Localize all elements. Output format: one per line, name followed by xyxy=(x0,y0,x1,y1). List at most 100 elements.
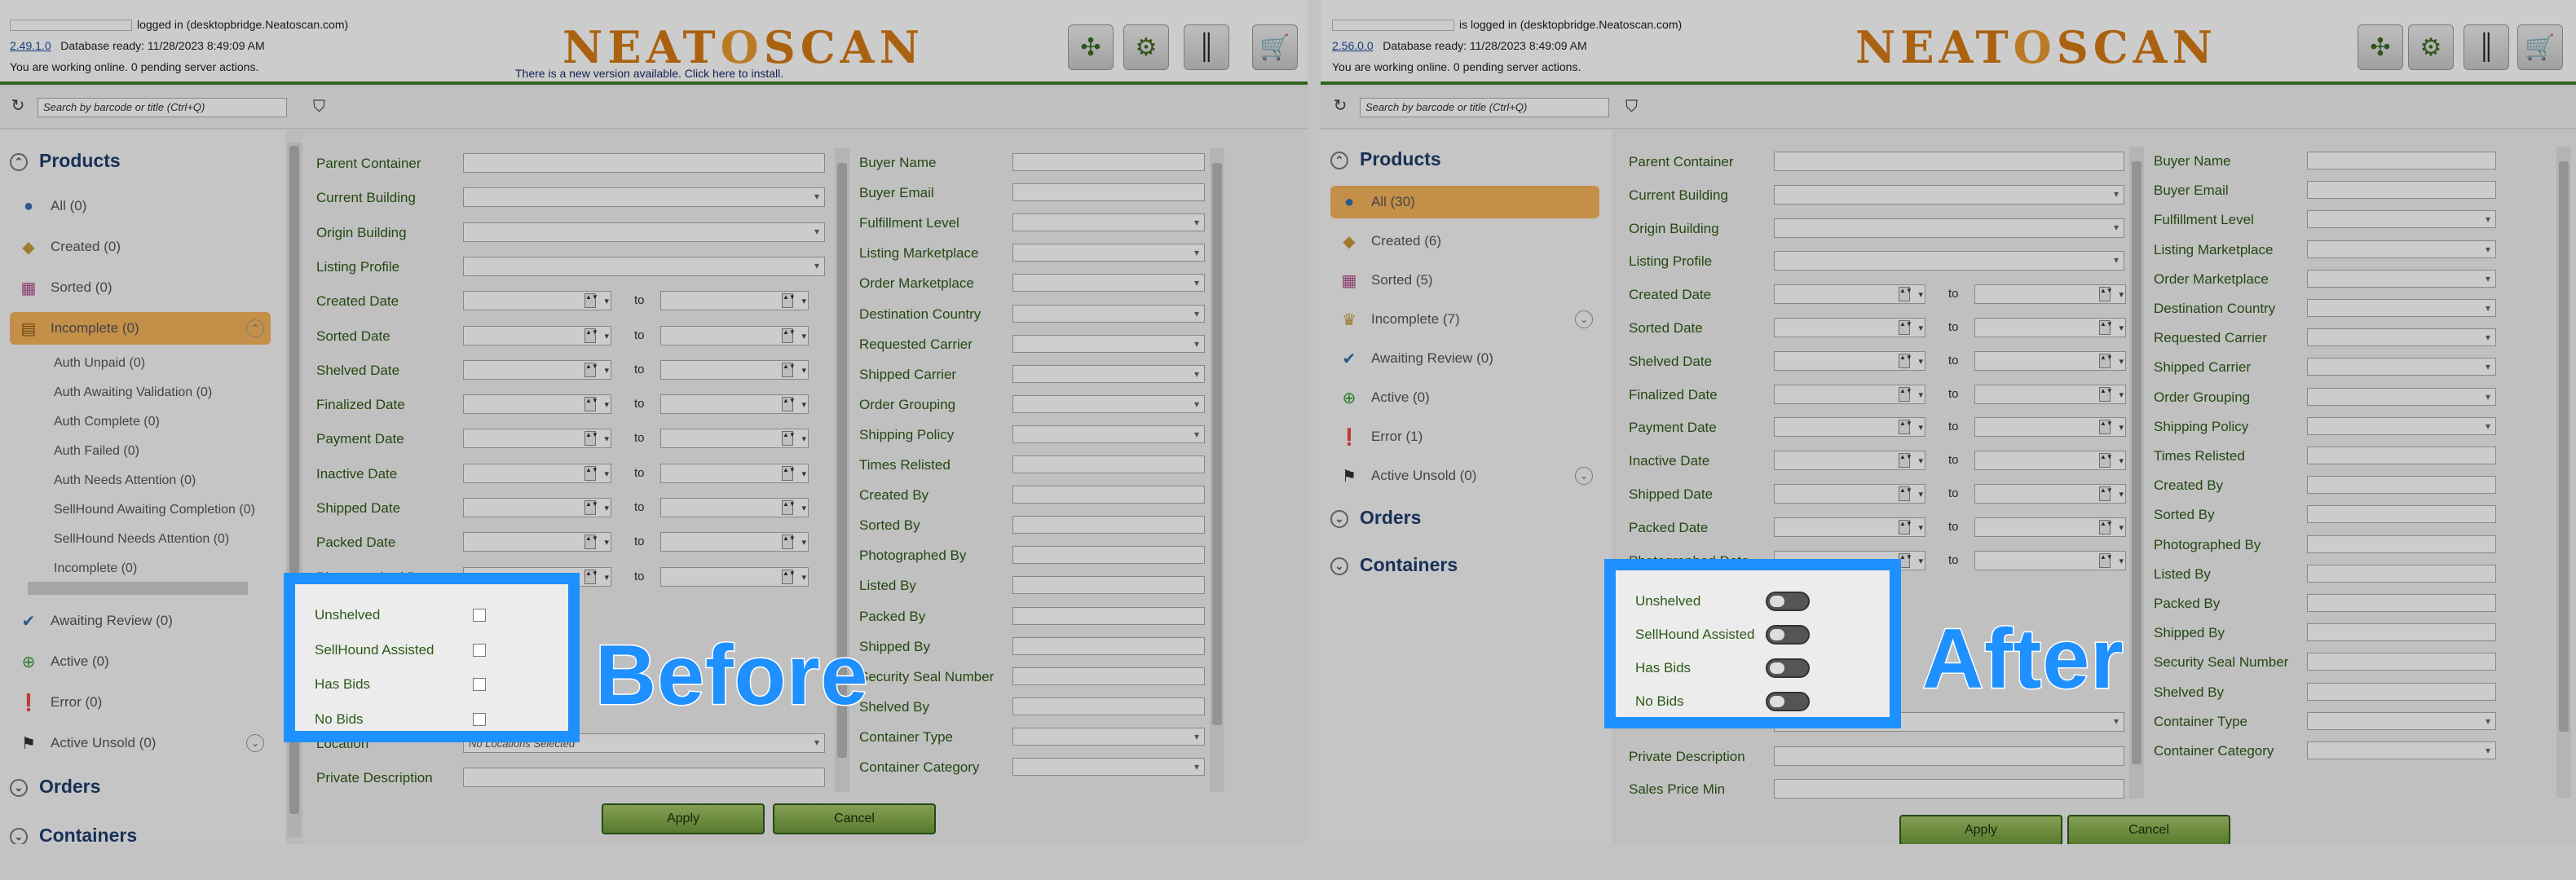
order-grouping-dropdown[interactable] xyxy=(1012,394,1205,413)
listed-by-input[interactable] xyxy=(2307,564,2496,583)
new-version-link[interactable]: There is a new version available. Click … xyxy=(515,67,783,80)
nav-error[interactable]: ❗ Error (0) xyxy=(10,686,271,719)
calendar-dropdown-icon[interactable]: ▾ xyxy=(1918,455,1923,466)
spinner-icon[interactable]: ▲▼ xyxy=(584,500,598,515)
shipping-policy-dropdown[interactable] xyxy=(2307,416,2496,435)
sub-sellhound-awaiting[interactable]: SellHound Awaiting Completion (0) xyxy=(54,503,255,517)
finalized-date-from[interactable]: ▲▼ ▾ xyxy=(463,394,611,415)
spinner-icon[interactable]: ▲▼ xyxy=(2099,519,2113,535)
created-date-from[interactable]: ▲▼ ▾ xyxy=(463,291,611,311)
nav-active[interactable]: ⊕ Active (0) xyxy=(1330,381,1599,414)
calendar-dropdown-icon[interactable]: ▾ xyxy=(2119,323,2124,333)
order-grouping-dropdown[interactable] xyxy=(2307,387,2496,406)
calendar-dropdown-icon[interactable]: ▾ xyxy=(2119,556,2124,566)
spinner-icon[interactable]: ▲▼ xyxy=(584,535,598,550)
payment-date-to[interactable]: ▲▼ ▾ xyxy=(1974,417,2126,438)
spinner-icon[interactable]: ▲▼ xyxy=(1899,420,1912,435)
nav-sorted[interactable]: ▦ Sorted (0) xyxy=(10,271,271,304)
security-seal-number-input[interactable] xyxy=(2307,653,2496,671)
packed-date-from[interactable]: ▲▼ ▾ xyxy=(1774,517,1925,537)
inactive-date-to[interactable]: ▲▼ ▾ xyxy=(1974,451,2126,471)
shelved-date-to[interactable]: ▲▼ ▾ xyxy=(660,359,809,380)
finalized-date-to[interactable]: ▲▼ ▾ xyxy=(660,394,809,415)
right-scrollbar[interactable] xyxy=(2556,147,2571,799)
calendar-dropdown-icon[interactable]: ▾ xyxy=(604,572,609,583)
destination-country-dropdown[interactable] xyxy=(1012,304,1205,323)
expand-icon[interactable]: ⌄ xyxy=(10,779,28,797)
listing-marketplace-dropdown[interactable] xyxy=(2307,240,2496,258)
requested-carrier-dropdown[interactable] xyxy=(1012,334,1205,353)
photographed-by-input[interactable] xyxy=(1012,546,1205,565)
nav-created[interactable]: ◆ Created (6) xyxy=(1330,225,1599,257)
packed-date-to[interactable]: ▲▼ ▾ xyxy=(1974,517,2126,537)
shipped-by-input[interactable] xyxy=(1012,636,1205,655)
shipped-carrier-dropdown[interactable] xyxy=(1012,364,1205,383)
spinner-icon[interactable]: ▲▼ xyxy=(782,500,796,515)
spinner-icon[interactable]: ▲▼ xyxy=(782,465,796,481)
spinner-icon[interactable]: ▲▼ xyxy=(782,397,796,412)
nav-incomplete[interactable]: ♛ Incomplete (7) ⌄ xyxy=(1330,303,1599,336)
private-description-input[interactable] xyxy=(1774,746,2124,766)
calendar-dropdown-icon[interactable]: ▾ xyxy=(604,433,609,444)
barcode-icon[interactable]: ║ xyxy=(1184,24,1229,70)
orders-section[interactable]: ⌄ Orders xyxy=(10,776,100,798)
calendar-dropdown-icon[interactable]: ▾ xyxy=(604,296,609,306)
filter-icon[interactable]: ⛉ xyxy=(313,98,325,117)
packed-date-from[interactable]: ▲▼ ▾ xyxy=(463,532,611,552)
packed-by-input[interactable] xyxy=(1012,606,1205,625)
products-section[interactable]: ⌃ Products xyxy=(1330,148,1441,170)
inactive-date-from[interactable]: ▲▼ ▾ xyxy=(1774,451,1925,471)
nav-error[interactable]: ❗ Error (1) xyxy=(1330,420,1599,453)
calendar-dropdown-icon[interactable]: ▾ xyxy=(2119,389,2124,400)
nav-active[interactable]: ⊕ Active (0) xyxy=(10,645,271,678)
sales-price-min-input[interactable] xyxy=(1774,779,2124,799)
sorted-date-from[interactable]: ▲▼ ▾ xyxy=(463,325,611,345)
container-category-dropdown[interactable] xyxy=(2307,741,2496,759)
nav-awaiting-review[interactable]: ✔ Awaiting Review (0) xyxy=(10,605,271,637)
payment-date-from[interactable]: ▲▼ ▾ xyxy=(463,429,611,449)
order-marketplace-dropdown[interactable] xyxy=(1012,274,1205,293)
map-icon[interactable]: ✣ xyxy=(2358,24,2403,70)
finalized-date-to[interactable]: ▲▼ ▾ xyxy=(1974,384,2126,404)
payment-date-from[interactable]: ▲▼ ▾ xyxy=(1774,417,1925,438)
spinner-icon[interactable]: ▲▼ xyxy=(584,465,598,481)
spinner-icon[interactable]: ▲▼ xyxy=(584,362,598,377)
spinner-icon[interactable]: ▲▼ xyxy=(2099,453,2113,469)
listing-marketplace-dropdown[interactable] xyxy=(1012,244,1205,262)
created-date-to[interactable]: ▲▼ ▾ xyxy=(1974,284,2126,305)
apply-button[interactable]: Apply xyxy=(602,803,765,834)
created-by-input[interactable] xyxy=(2307,476,2496,495)
fulfillment-level-dropdown[interactable] xyxy=(2307,210,2496,229)
sub-incomplete[interactable]: Incomplete (0) xyxy=(54,561,137,576)
listing-profile-dropdown[interactable] xyxy=(1774,251,2124,271)
spinner-icon[interactable]: ▲▼ xyxy=(584,569,598,584)
destination-country-dropdown[interactable] xyxy=(2307,299,2496,317)
map-icon[interactable]: ✣ xyxy=(1068,24,1114,70)
spinner-icon[interactable]: ▲▼ xyxy=(2099,386,2113,402)
shipped-date-from[interactable]: ▲▼ ▾ xyxy=(463,498,611,517)
inactive-date-to[interactable]: ▲▼ ▾ xyxy=(660,463,809,483)
spinner-icon[interactable]: ▲▼ xyxy=(782,328,796,343)
sub-scrollbar[interactable] xyxy=(28,582,248,595)
created-by-input[interactable] xyxy=(1012,486,1205,504)
sub-sellhound-attention[interactable]: SellHound Needs Attention (0) xyxy=(54,532,229,547)
buyer-email-input[interactable] xyxy=(2307,181,2496,200)
chevron-down-icon[interactable]: ⌄ xyxy=(1575,310,1593,328)
search-input[interactable]: Search by barcode or title (Ctrl+Q) xyxy=(37,98,287,117)
finalized-date-from[interactable]: ▲▼ ▾ xyxy=(1774,384,1925,404)
right-scrollbar[interactable] xyxy=(1210,148,1224,792)
calendar-dropdown-icon[interactable]: ▾ xyxy=(2119,522,2124,533)
nav-awaiting-review[interactable]: ✔ Awaiting Review (0) xyxy=(1330,342,1599,375)
current-building-dropdown[interactable] xyxy=(463,187,825,208)
spinner-icon[interactable]: ▲▼ xyxy=(1899,320,1912,335)
spinner-icon[interactable]: ▲▼ xyxy=(584,328,598,343)
scroll-thumb[interactable] xyxy=(2559,161,2569,732)
calendar-dropdown-icon[interactable]: ▾ xyxy=(801,296,806,306)
collapse-icon[interactable]: ⌃ xyxy=(1330,152,1348,169)
spinner-icon[interactable]: ▲▼ xyxy=(2099,420,2113,435)
spinner-icon[interactable]: ▲▼ xyxy=(584,293,598,309)
spinner-icon[interactable]: ▲▼ xyxy=(584,431,598,447)
created-date-to[interactable]: ▲▼ ▾ xyxy=(660,291,809,311)
no-bids-checkbox[interactable] xyxy=(473,713,486,726)
refresh-icon[interactable]: ↻ xyxy=(8,96,28,116)
